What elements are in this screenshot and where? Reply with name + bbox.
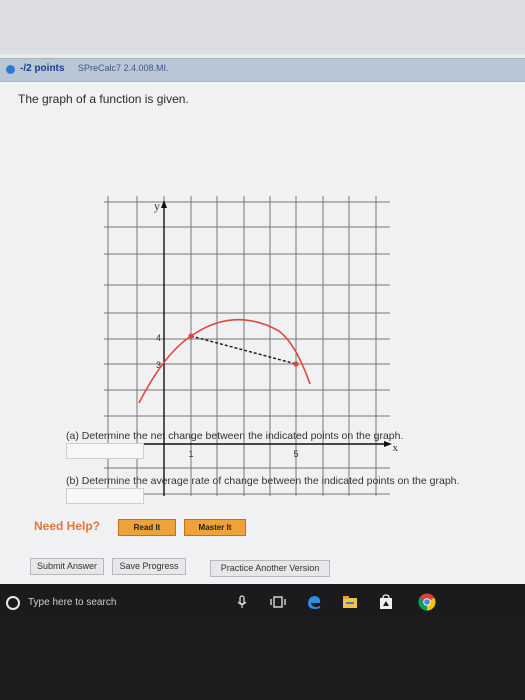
point-a (188, 333, 194, 339)
taskbar-search[interactable]: Type here to search (28, 597, 116, 608)
question-body: The graph of a function is given. y x 4 … (0, 82, 525, 584)
master-it-button[interactable]: Master It (184, 519, 246, 536)
part-a-answer-field[interactable] (66, 443, 144, 459)
y-tick-4: 4 (156, 333, 161, 343)
microphone-icon[interactable] (234, 594, 250, 610)
file-explorer-icon[interactable] (342, 594, 358, 610)
x-tick-1: 1 (188, 449, 193, 459)
point-b (293, 361, 299, 367)
need-help-label: Need Help? (34, 519, 101, 533)
part-a-text: (a) Determine the net change between the… (66, 430, 404, 442)
save-progress-button[interactable]: Save Progress (112, 558, 186, 575)
question-prompt: The graph of a function is given. (18, 92, 189, 106)
y-axis-arrow-icon (161, 200, 167, 208)
edge-icon[interactable] (306, 594, 322, 610)
question-code[interactable]: SPreCalc7 2.4.008.MI. (78, 63, 169, 73)
part-b-text: (b) Determine the average rate of change… (66, 475, 460, 487)
function-graph: y x 4 3 1 5 (104, 196, 399, 496)
cortana-icon[interactable] (6, 596, 20, 610)
x-tick-5: 5 (293, 449, 298, 459)
part-b-answer-field[interactable] (66, 488, 144, 504)
x-axis-label: x (393, 442, 399, 454)
read-it-button[interactable]: Read It (118, 519, 176, 536)
question-header: -/2 points SPreCalc7 2.4.008.MI. (0, 58, 525, 82)
submit-answer-button[interactable]: Submit Answer (30, 558, 104, 575)
y-axis-label: y (154, 199, 160, 213)
taskbar: Type here to search (0, 584, 525, 620)
status-dot-icon (6, 65, 15, 74)
top-strip (0, 0, 525, 54)
store-icon[interactable] (378, 594, 394, 610)
browser-screen: -/2 points SPreCalc7 2.4.008.MI. The gra… (0, 0, 525, 584)
practice-another-version-button[interactable]: Practice Another Version (210, 560, 330, 577)
task-view-icon[interactable] (270, 594, 286, 610)
chrome-icon[interactable] (418, 593, 436, 611)
points-label: -/2 points (20, 63, 65, 74)
